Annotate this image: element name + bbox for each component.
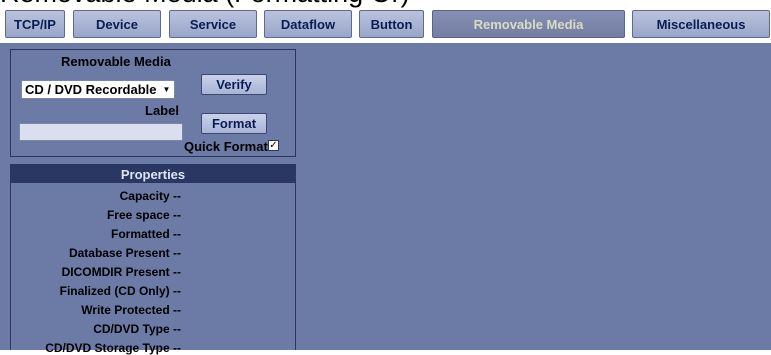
property-row: Write Protected -- [81, 303, 181, 317]
property-row: Free space -- [106, 208, 181, 222]
verify-button[interactable]: Verify [201, 74, 267, 95]
property-row: CD/DVD Type -- [93, 322, 181, 336]
property-row: Database Present -- [68, 246, 181, 260]
tab-miscellaneous[interactable]: Miscellaneous [632, 10, 770, 38]
tab-button[interactable]: Button [359, 10, 424, 38]
properties-panel: Properties Capacity -- Free space -- For… [10, 164, 296, 355]
tab-dataflow[interactable]: Dataflow [264, 10, 352, 38]
tab-removable-media[interactable]: Removable Media [432, 10, 625, 38]
window-caption: Removable Media (Formatting Or) [0, 0, 771, 8]
label-input[interactable] [19, 123, 183, 141]
quick-format-label: Quick Format [184, 139, 268, 154]
media-type-value: CD / DVD Recordable [25, 82, 157, 97]
tab-service[interactable]: Service [169, 10, 257, 38]
property-row: Formatted -- [110, 227, 181, 241]
property-row: CD/DVD Storage Type -- [45, 341, 181, 355]
media-type-select[interactable]: CD / DVD Recordable ▼ [21, 80, 175, 99]
property-row: Capacity -- [119, 189, 181, 203]
label-caption: Label [145, 103, 179, 118]
tab-bar: TCP/IP Device Service Dataflow Button Re… [0, 8, 771, 42]
format-button[interactable]: Format [201, 113, 267, 134]
quick-format-checkbox[interactable]: ✓ [268, 140, 279, 151]
property-row: DICOMDIR Present -- [61, 265, 181, 279]
chevron-down-icon: ▼ [162, 85, 171, 94]
tab-device[interactable]: Device [73, 10, 161, 38]
removable-media-title: Removable Media [61, 54, 171, 69]
removable-media-group: Removable Media CD / DVD Recordable ▼ La… [10, 49, 296, 157]
properties-header: Properties [11, 165, 295, 183]
main-panel: Removable Media CD / DVD Recordable ▼ La… [0, 43, 771, 355]
property-row: Finalized (CD Only) -- [59, 284, 181, 298]
tab-tcpip[interactable]: TCP/IP [5, 10, 65, 38]
